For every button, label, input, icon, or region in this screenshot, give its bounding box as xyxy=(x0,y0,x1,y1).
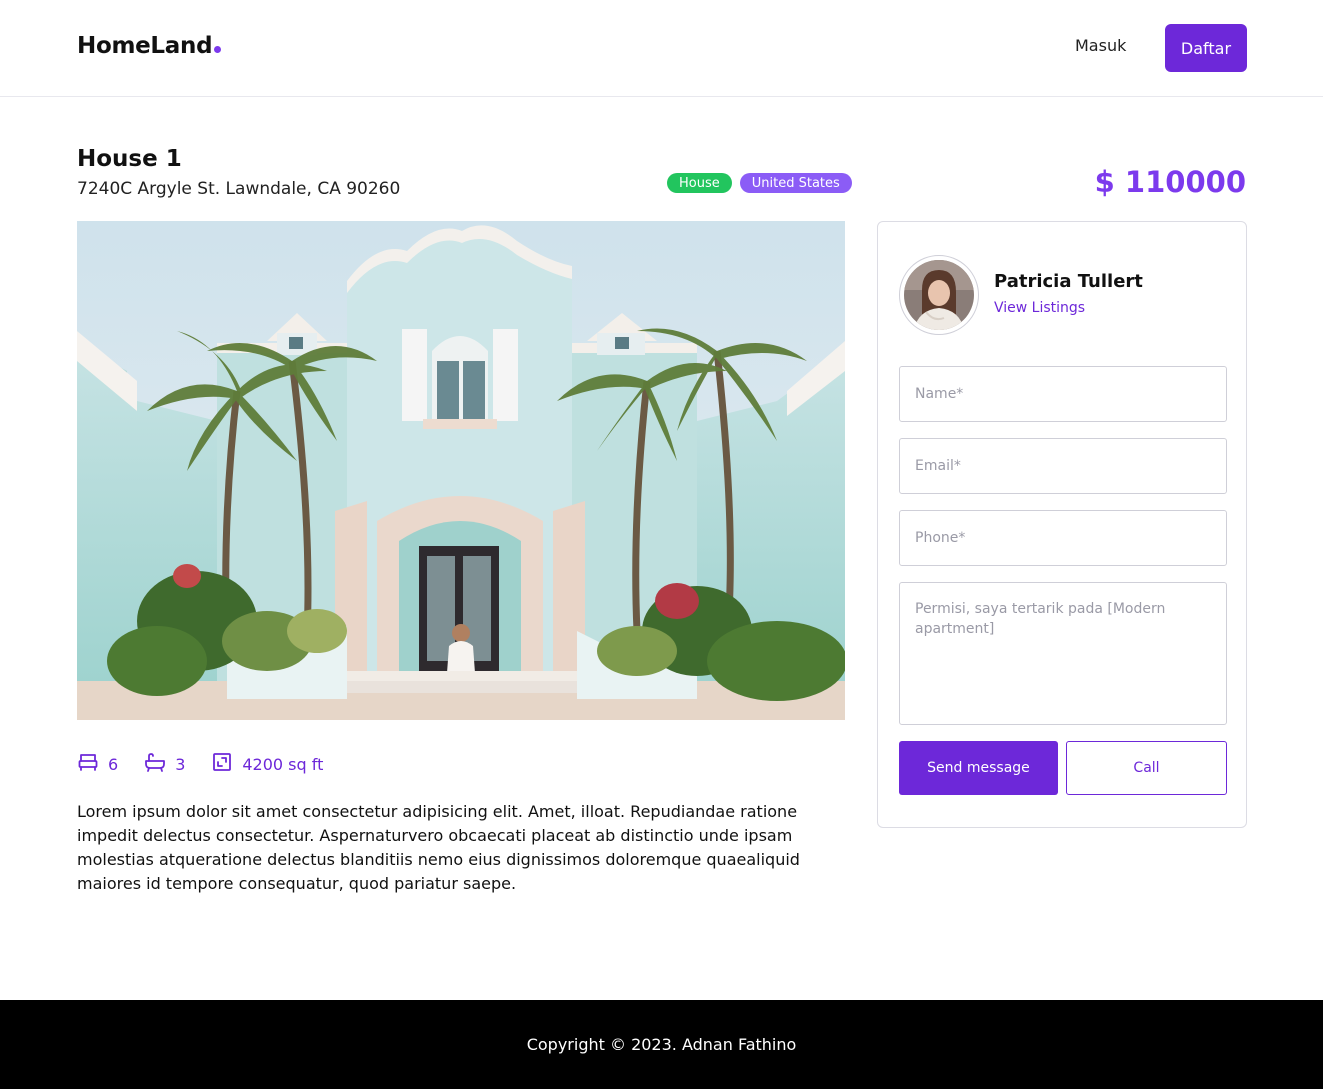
bathrooms-count: 3 xyxy=(175,754,186,774)
type-badge: House xyxy=(667,173,732,193)
agent-contact-card: Patricia Tullert View Listings Send mess… xyxy=(877,221,1247,828)
phone-field[interactable] xyxy=(899,510,1227,566)
email-field[interactable] xyxy=(899,438,1227,494)
bed-icon xyxy=(77,751,108,777)
listing-description: Lorem ipsum dolor sit amet consectetur a… xyxy=(77,802,800,893)
site-footer: Copyright © 2023. Adnan Fathino xyxy=(0,1000,1323,1089)
country-badge: United States xyxy=(739,173,852,193)
area-icon xyxy=(211,751,242,777)
agent-name: Patricia Tullert xyxy=(994,271,1143,292)
register-button[interactable]: Daftar xyxy=(1165,24,1247,72)
logo-text: HomeLand xyxy=(77,33,213,59)
area-value: 4200 sq ft xyxy=(242,754,324,774)
site-header: HomeLand Masuk Daftar xyxy=(0,0,1323,97)
listing-features: 6 3 4200 sq ft xyxy=(77,752,349,776)
listing-address: 7240C Argyle St. Lawndale, CA 90260 xyxy=(77,179,401,199)
bedrooms-feature: 6 xyxy=(77,751,118,777)
login-link[interactable]: Masuk xyxy=(1075,36,1126,55)
logo-dot xyxy=(214,46,222,53)
listing-price: $ 110000 xyxy=(1094,165,1246,199)
avatar xyxy=(899,255,979,335)
call-button[interactable]: Call xyxy=(1066,741,1227,795)
listing-title: House 1 xyxy=(77,146,182,172)
bedrooms-count: 6 xyxy=(108,754,119,774)
bathrooms-feature: 3 xyxy=(144,751,185,777)
bathtub-icon xyxy=(144,751,175,777)
message-field[interactable] xyxy=(899,582,1227,725)
name-field[interactable] xyxy=(899,366,1227,422)
view-listings-link[interactable]: View Listings xyxy=(994,300,1085,316)
copyright-text: Copyright © 2023. Adnan Fathino xyxy=(526,1035,797,1054)
site-logo[interactable]: HomeLand xyxy=(77,33,222,59)
house-photo xyxy=(77,221,845,720)
listing-badges: House United States xyxy=(667,173,852,193)
avatar-image xyxy=(904,260,974,330)
send-message-button[interactable]: Send message xyxy=(899,741,1058,795)
area-feature: 4200 sq ft xyxy=(211,751,323,777)
